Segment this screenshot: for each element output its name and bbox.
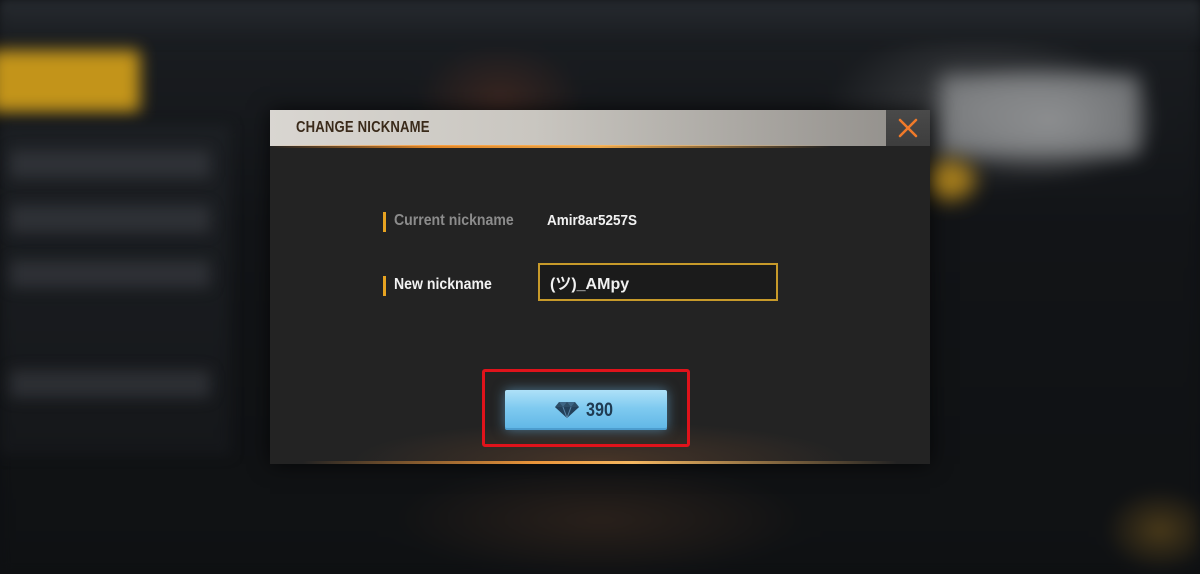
blurred-list-item [10,205,210,233]
current-nickname-label: Current nickname [394,212,514,229]
blurred-badge [925,160,975,200]
blurred-info-card [940,75,1140,155]
blurred-list-item [10,370,210,398]
change-nickname-dialog: CHANGE NICKNAME Current nickname Amir8ar… [270,110,930,464]
blurred-top-bar [0,0,1200,40]
dialog-title: CHANGE NICKNAME [296,119,430,136]
blurred-list-item [10,150,210,178]
label-accent-bar [383,212,386,232]
label-accent-bar [383,276,386,296]
purchase-button[interactable]: 390 [505,390,667,430]
close-icon [898,118,918,138]
game-screen: CHANGE NICKNAME Current nickname Amir8ar… [0,0,1200,574]
blurred-menu-tab [0,50,140,112]
close-button[interactable] [886,110,930,146]
bottom-glow-line [270,461,930,464]
blurred-list-item [10,260,210,288]
price-label: 390 [586,400,613,421]
new-nickname-input[interactable] [538,263,778,301]
new-nickname-label: New nickname [394,276,492,293]
current-nickname-value: Amir8ar5257S [547,212,638,229]
diamond-icon [555,402,579,419]
dialog-header: CHANGE NICKNAME [270,110,930,148]
